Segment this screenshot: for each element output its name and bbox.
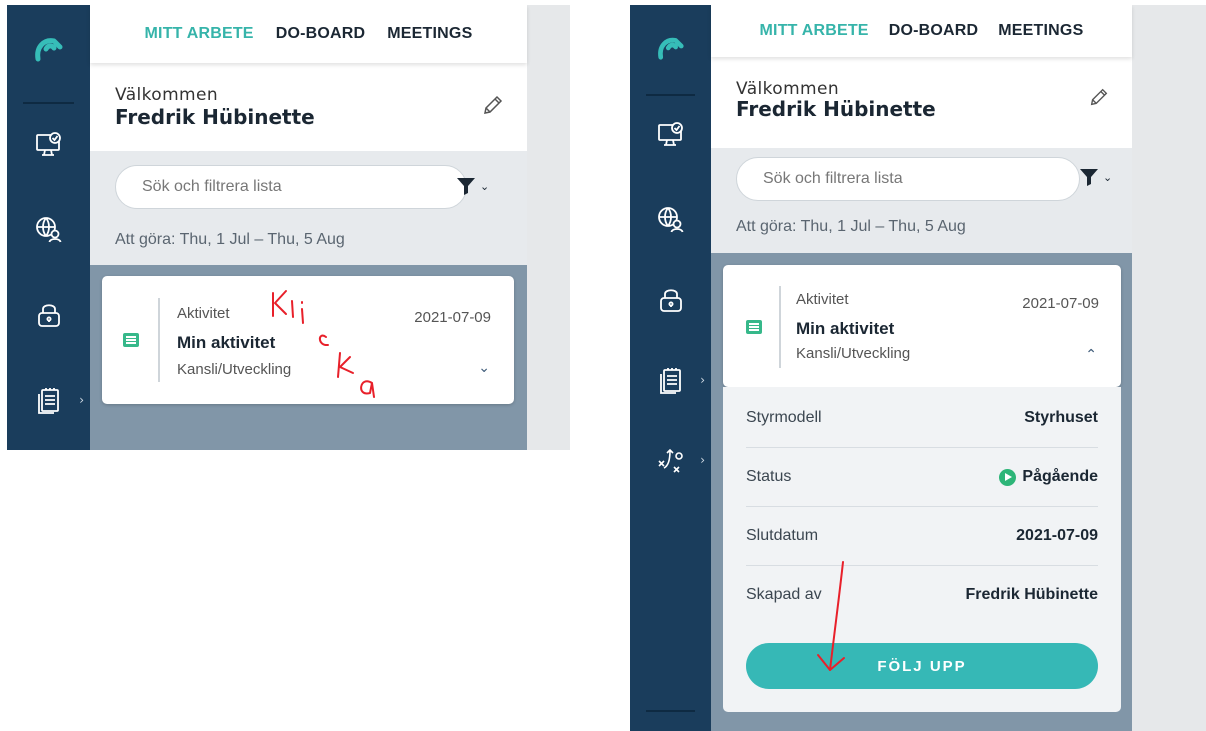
item-type: Aktivitet — [796, 291, 849, 308]
chevron-right-icon: › — [700, 453, 705, 467]
chevron-right-icon: › — [700, 373, 705, 387]
app-logo[interactable] — [7, 33, 90, 63]
task-list: Aktivitet Min aktivitet Kansli/Utvecklin… — [711, 253, 1132, 731]
sidebar-item-dashboard[interactable] — [7, 120, 90, 170]
clipboard-list-icon — [659, 368, 681, 394]
chevron-down-icon: ⌄ — [480, 179, 490, 193]
item-org: Kansli/Utveckling — [177, 361, 292, 378]
sidebar-item-lock[interactable] — [630, 275, 711, 325]
list-item-card[interactable]: Aktivitet Min aktivitet Kansli/Utvecklin… — [723, 265, 1121, 387]
filter-bar: Sök och filtrera lista ⌄ Att göra: Thu, … — [711, 148, 1132, 253]
date-range: Att göra: Thu, 1 Jul – Thu, 5 Aug — [736, 218, 966, 235]
clipboard-list-icon — [37, 388, 59, 414]
welcome-header: Välkommen Fredrik Hübinette — [90, 63, 527, 151]
detail-row-status: Status Pågående — [746, 448, 1098, 507]
strategy-play-icon — [657, 448, 683, 473]
list-icon — [123, 333, 139, 347]
right-gutter — [1132, 5, 1206, 731]
chevron-right-icon: › — [79, 393, 84, 407]
list-item-card[interactable]: Aktivitet Min aktivitet Kansli/Utvecklin… — [102, 276, 514, 404]
search-placeholder: Sök och filtrera lista — [142, 178, 282, 195]
detail-label: Skapad av — [746, 586, 822, 603]
globe-user-icon — [35, 217, 61, 243]
tab-meetings[interactable]: MEETINGS — [387, 25, 472, 43]
date-range: Att göra: Thu, 1 Jul – Thu, 5 Aug — [115, 231, 345, 248]
sidebar-item-clipboard[interactable]: › — [7, 375, 90, 425]
filter-button[interactable]: ⌄ — [1079, 168, 1112, 186]
tab-mitt-arbete[interactable]: MITT ARBETE — [760, 22, 869, 40]
item-org: Kansli/Utveckling — [796, 345, 911, 362]
screenshot-after: › › MITT ARBETE DO-BOARD MEETINGS Välkom… — [630, 5, 1206, 731]
filter-icon — [1080, 169, 1098, 186]
user-name: Fredrik Hübinette — [736, 97, 936, 121]
sidebar-item-dashboard[interactable] — [630, 110, 711, 160]
sidebar: › — [7, 5, 90, 450]
welcome-greeting: Välkommen — [115, 85, 219, 105]
tab-do-board[interactable]: DO-BOARD — [276, 25, 366, 43]
detail-value: Styrhuset — [1024, 409, 1098, 426]
main-content: MITT ARBETE DO-BOARD MEETINGS Välkommen … — [711, 5, 1132, 731]
app-logo[interactable] — [630, 33, 711, 61]
sidebar-item-clipboard[interactable]: › — [630, 355, 711, 405]
monitor-check-icon — [35, 132, 61, 156]
top-navigation: MITT ARBETE DO-BOARD MEETINGS — [711, 5, 1132, 57]
sidebar-item-globe[interactable] — [7, 205, 90, 255]
status-text: Pågående — [1022, 468, 1098, 485]
status-value: Pågående — [999, 468, 1098, 486]
search-placeholder: Sök och filtrera lista — [763, 170, 903, 187]
task-list: Aktivitet Min aktivitet Kansli/Utvecklin… — [90, 265, 527, 450]
detail-row-skapad-av: Skapad av Fredrik Hübinette — [746, 566, 1098, 624]
item-date: 2021-07-09 — [1022, 295, 1099, 312]
right-gutter — [527, 5, 570, 450]
detail-value: 2021-07-09 — [1016, 527, 1098, 544]
search-input[interactable]: Sök och filtrera lista — [736, 157, 1080, 201]
tab-do-board[interactable]: DO-BOARD — [889, 22, 979, 40]
tab-mitt-arbete[interactable]: MITT ARBETE — [145, 25, 254, 43]
sidebar-item-strategy[interactable]: › — [630, 435, 711, 485]
item-type: Aktivitet — [177, 305, 230, 322]
screenshot-before: › MITT ARBETE DO-BOARD MEETINGS Välkomme… — [7, 5, 570, 450]
detail-label: Styrmodell — [746, 409, 822, 426]
detail-row-styrmodell: Styrmodell Styrhuset — [746, 389, 1098, 448]
detail-value: Fredrik Hübinette — [965, 586, 1098, 603]
list-icon — [746, 320, 762, 334]
card-divider — [779, 286, 781, 368]
item-title: Min aktivitet — [796, 319, 895, 338]
item-details: Styrmodell Styrhuset Status Pågående Slu… — [723, 387, 1121, 712]
pencil-icon[interactable] — [481, 93, 505, 122]
globe-user-icon — [657, 207, 683, 233]
follow-up-button[interactable]: FÖLJ UPP — [746, 643, 1098, 689]
filter-bar: Sök och filtrera lista ⌄ Att göra: Thu, … — [90, 151, 527, 265]
main-content: MITT ARBETE DO-BOARD MEETINGS Välkommen … — [90, 5, 527, 450]
welcome-greeting: Välkommen — [736, 79, 840, 99]
detail-row-slutdatum: Slutdatum 2021-07-09 — [746, 507, 1098, 566]
card-divider — [158, 298, 160, 382]
welcome-header: Välkommen Fredrik Hübinette — [711, 57, 1132, 148]
sidebar-divider — [646, 94, 695, 96]
item-date: 2021-07-09 — [414, 309, 491, 326]
sidebar-divider — [646, 710, 695, 712]
pencil-icon[interactable] — [1088, 86, 1110, 113]
lock-icon — [37, 304, 60, 327]
play-circle-icon — [999, 468, 1017, 486]
sidebar-divider — [23, 102, 74, 104]
item-title: Min aktivitet — [177, 333, 276, 352]
tab-meetings[interactable]: MEETINGS — [998, 22, 1083, 40]
detail-label: Slutdatum — [746, 527, 819, 544]
detail-label: Status — [746, 468, 792, 485]
user-name: Fredrik Hübinette — [115, 105, 315, 129]
sidebar-item-lock[interactable] — [7, 290, 90, 340]
filter-icon — [457, 178, 475, 195]
monitor-check-icon — [657, 122, 683, 146]
sidebar: › › — [630, 5, 711, 731]
sidebar-item-globe[interactable] — [630, 195, 711, 245]
top-navigation: MITT ARBETE DO-BOARD MEETINGS — [90, 5, 527, 63]
chevron-down-icon[interactable]: ⌄ — [478, 360, 490, 376]
search-input[interactable]: Sök och filtrera lista — [115, 165, 467, 209]
chevron-down-icon: ⌄ — [1103, 170, 1113, 184]
filter-button[interactable]: ⌄ — [456, 177, 489, 195]
lock-icon — [659, 289, 682, 312]
chevron-up-icon[interactable]: ⌃ — [1085, 347, 1097, 363]
